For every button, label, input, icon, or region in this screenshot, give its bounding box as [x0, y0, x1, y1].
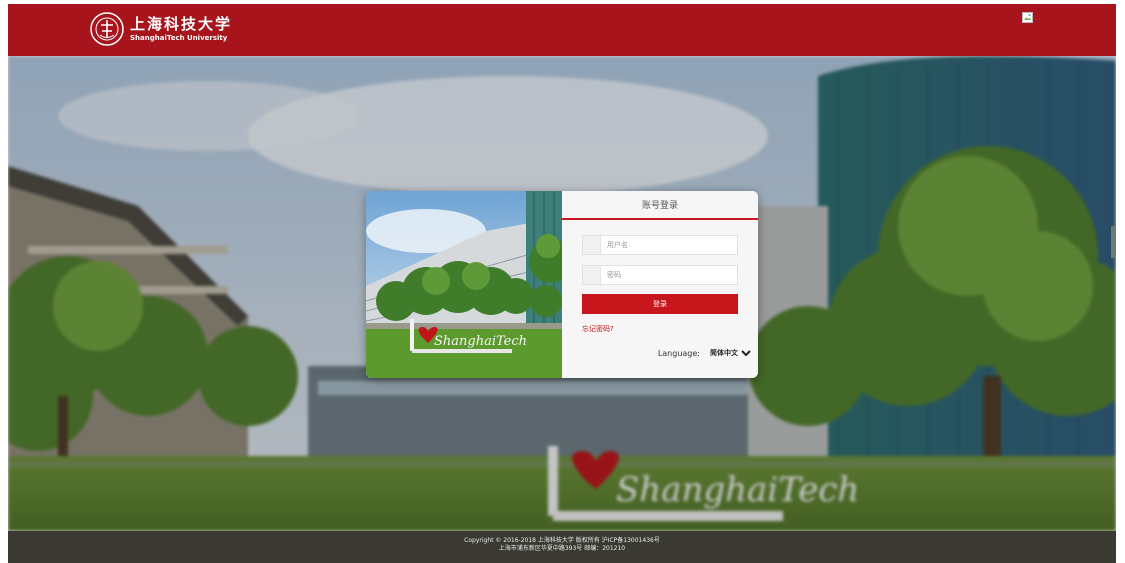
login-card: ShanghaiTech 账号登录 登录 忘记密码? Language: 简体中…: [366, 191, 758, 378]
page-footer: Copyright © 2016-2018 上海科技大学 版权所有 沪ICP备1…: [8, 531, 1116, 563]
side-edge-tab[interactable]: [1111, 226, 1116, 258]
brand-name-en: ShanghaiTech University: [130, 33, 228, 42]
language-label: Language:: [657, 348, 700, 358]
lock-icon: [583, 266, 601, 284]
top-header: 上海科技大学 ShanghaiTech University: [8, 4, 1116, 56]
campus-photo: ShanghaiTech: [366, 191, 562, 378]
university-seal-icon: [90, 12, 124, 46]
forgot-password-link[interactable]: 忘记密码?: [582, 324, 614, 334]
language-select[interactable]: 简体中文: [706, 348, 754, 358]
copyright-text: Copyright © 2016-2018 上海科技大学 版权所有 沪ICP备1…: [464, 537, 660, 544]
svg-text:ShanghaiTech: ShanghaiTech: [434, 334, 527, 349]
user-icon: [583, 236, 601, 254]
broken-image-icon: [1022, 12, 1033, 23]
login-button[interactable]: 登录: [582, 294, 738, 314]
username-input[interactable]: [601, 236, 737, 254]
university-logo[interactable]: 上海科技大学 ShanghaiTech University: [90, 12, 232, 46]
brand-name-cn: 上海科技大学: [130, 14, 233, 33]
password-input[interactable]: [601, 266, 737, 284]
language-switcher: Language: 简体中文: [658, 348, 754, 358]
password-field[interactable]: [582, 265, 738, 285]
account-login-title: 账号登录: [562, 191, 758, 220]
address-text: 上海市浦东新区华夏中路393号 邮编：201210: [498, 544, 626, 552]
username-field[interactable]: [582, 235, 738, 255]
login-form-panel: 账号登录 登录 忘记密码? Language: 简体中文: [562, 191, 758, 378]
